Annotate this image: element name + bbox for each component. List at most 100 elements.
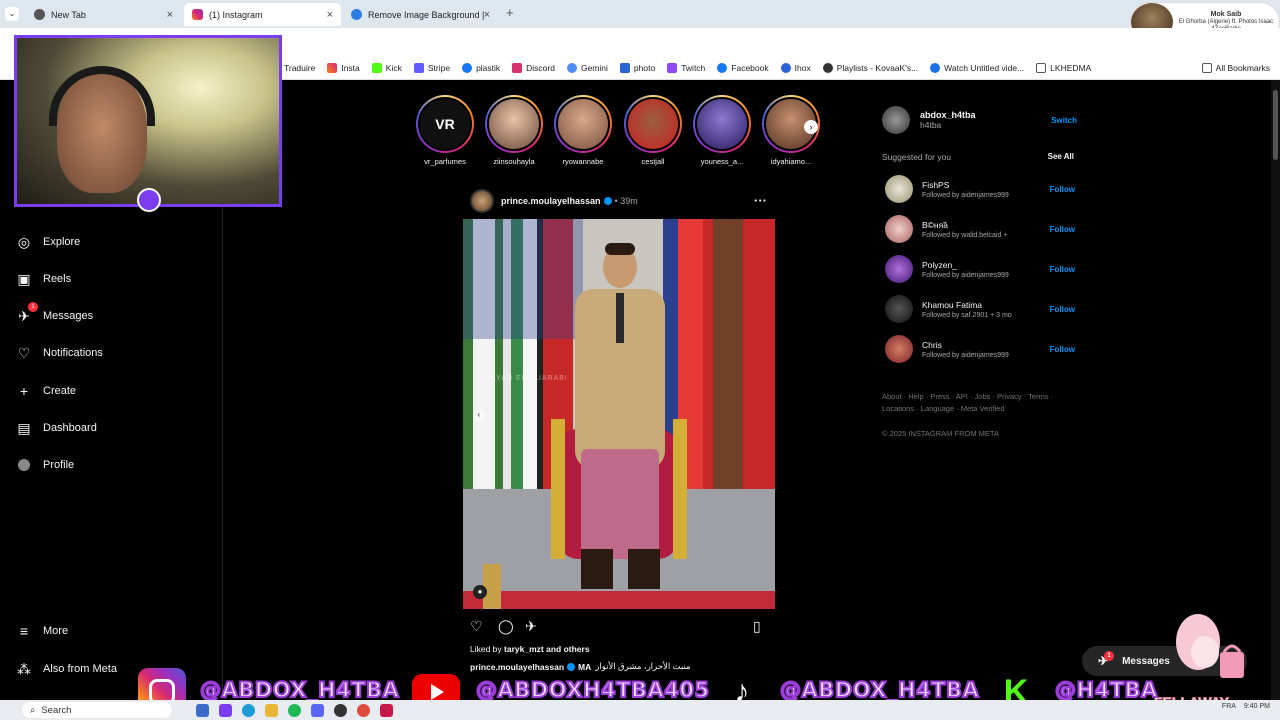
like-icon[interactable]: ♡ xyxy=(470,618,483,635)
suggested-item: Polyzen_ Followed by aidenjames999 Follow xyxy=(885,254,1075,284)
folder-icon[interactable] xyxy=(265,703,278,717)
story-item[interactable]: VR vr_parfumes xyxy=(415,95,475,166)
story-avatar xyxy=(695,97,749,151)
nav-reels[interactable]: ▣ Reels xyxy=(16,271,71,287)
app-icon[interactable] xyxy=(380,703,393,717)
messages-pill-badge: 1 xyxy=(1104,651,1115,661)
obs-icon[interactable] xyxy=(334,703,347,717)
bookmark-playlists[interactable]: Playlists - KovaaK's... xyxy=(822,62,918,73)
stories-next-button[interactable]: › xyxy=(804,120,818,134)
tab-new-tab[interactable]: New Tab × xyxy=(26,3,181,26)
tagged-user-icon[interactable]: ● xyxy=(473,585,487,599)
comment-icon[interactable]: ◯ xyxy=(498,618,514,635)
nav-explore[interactable]: ◎ Explore xyxy=(16,234,80,250)
bookmark-twitch[interactable]: Twitch xyxy=(667,62,705,73)
hamburger-icon: ≡ xyxy=(19,623,29,639)
bookmark-insta[interactable]: Insta xyxy=(327,62,360,73)
chrome-icon[interactable] xyxy=(357,703,370,717)
webcam-overlay xyxy=(14,35,282,212)
story-item[interactable]: ziinsouhayla xyxy=(484,95,544,166)
bookmark-facebook[interactable]: Facebook xyxy=(717,62,769,73)
account-username[interactable]: abdox_h4tba xyxy=(920,110,976,120)
app-icon[interactable] xyxy=(219,703,232,717)
headphones xyxy=(49,66,155,126)
ihox-icon xyxy=(780,62,791,73)
kovaak-icon xyxy=(822,62,833,73)
follow-button[interactable]: Follow xyxy=(1050,225,1075,234)
browser-tab-bar: ⌄ New Tab × (1) Instagram × Remove Image… xyxy=(0,0,1280,42)
close-tab-icon[interactable]: × xyxy=(327,9,333,21)
suggested-avatar[interactable] xyxy=(885,255,913,283)
switch-account-button[interactable]: Switch xyxy=(1051,116,1077,125)
new-tab-button[interactable]: + xyxy=(506,5,514,20)
nav-dashboard[interactable]: ▤ Dashboard xyxy=(16,420,96,436)
page-scrollbar[interactable] xyxy=(1271,80,1280,700)
discord-icon[interactable] xyxy=(311,703,324,717)
kick-icon xyxy=(371,62,382,73)
edge-icon[interactable] xyxy=(242,703,255,717)
tab-remove-bg[interactable]: Remove Image Background | Fr × xyxy=(343,3,498,26)
tab-list-button[interactable]: ⌄ xyxy=(5,7,19,21)
bookmark-plastik[interactable]: plastik xyxy=(462,62,500,73)
carousel-prev-icon[interactable]: ‹ xyxy=(473,409,485,421)
messenger-icon: ✈ 1 xyxy=(16,302,38,324)
follow-button[interactable]: Follow xyxy=(1050,305,1075,314)
bookmark-discord[interactable]: Discord xyxy=(512,62,555,73)
verified-icon xyxy=(603,196,612,205)
see-all-button[interactable]: See All xyxy=(1048,152,1074,162)
post-author-username[interactable]: prince.moulayelhassan xyxy=(501,196,601,206)
story-item[interactable]: cestjall xyxy=(623,95,683,166)
all-bookmarks[interactable]: All Bookmarks xyxy=(1201,62,1270,73)
story-item[interactable]: ryowannabe xyxy=(553,95,613,166)
bookmark-lkhedma[interactable]: LKHEDMA xyxy=(1036,62,1091,73)
spotify-icon[interactable] xyxy=(288,703,301,717)
nav-also-from-meta[interactable]: ⁂ Also from Meta xyxy=(16,661,117,677)
taskview-icon[interactable] xyxy=(196,703,209,717)
chrome-icon xyxy=(34,9,45,20)
footer-links[interactable]: About · Help · Press · API · Jobs · Priv… xyxy=(882,391,1062,415)
removebg-icon xyxy=(351,9,362,20)
folder-icon xyxy=(1036,62,1047,73)
bookmark-watch[interactable]: Watch Untitled vide... xyxy=(930,62,1024,73)
follow-button[interactable]: Follow xyxy=(1050,185,1075,194)
tray-clock[interactable]: 9:40 PM xyxy=(1244,703,1270,710)
follow-button[interactable]: Follow xyxy=(1050,265,1075,274)
suggested-avatar[interactable] xyxy=(885,295,913,323)
story-item[interactable]: youness_a... xyxy=(692,95,752,166)
taskbar-search[interactable]: ⌕ Search xyxy=(22,702,172,718)
suggested-avatar[interactable] xyxy=(885,335,913,363)
bookmark-photo[interactable]: photo xyxy=(619,62,655,73)
copyright: © 2025 INSTAGRAM FROM META xyxy=(882,429,999,438)
nav-more[interactable]: ≡ More xyxy=(16,623,68,639)
close-tab-icon[interactable]: × xyxy=(484,9,490,21)
tab-instagram[interactable]: (1) Instagram × xyxy=(184,3,341,26)
photo-icon xyxy=(619,62,630,73)
streamer-logo xyxy=(137,188,161,212)
liked-by-user[interactable]: taryk_mzt xyxy=(504,644,544,654)
nav-create[interactable]: + Create xyxy=(16,383,76,399)
suggested-avatar[interactable] xyxy=(885,215,913,243)
bookmark-kick[interactable]: Kick xyxy=(371,62,402,73)
nav-notifications[interactable]: ♡ Notifications xyxy=(16,345,103,361)
save-icon[interactable]: ▯ xyxy=(753,618,761,635)
bookmark-stripe[interactable]: Stripe xyxy=(413,62,450,73)
close-tab-icon[interactable]: × xyxy=(167,9,173,21)
suggested-header: Suggested for you See All xyxy=(882,152,1074,162)
bookmark-traduire[interactable]: Traduire xyxy=(284,63,315,73)
post-image[interactable]: RAYAN EL OUARABI ‹ ● xyxy=(463,219,775,609)
nav-profile[interactable]: Profile xyxy=(16,457,74,473)
suggested-item: Khamou Fatima Followed by saf.2901 + 3 mo… xyxy=(885,294,1075,324)
folder-icon xyxy=(1201,62,1212,73)
post-time: 39m xyxy=(620,195,638,206)
bookmark-gemini[interactable]: Gemini xyxy=(566,62,608,73)
tray-lang[interactable]: FRA xyxy=(1222,703,1236,710)
post-author-avatar[interactable] xyxy=(470,188,494,213)
suggested-avatar[interactable] xyxy=(885,175,913,203)
more-options-icon[interactable]: ··· xyxy=(754,193,767,208)
suggested-item: Chris Followed by aidenjames999 Follow xyxy=(885,334,1075,364)
bookmark-ihox[interactable]: Ihox xyxy=(780,62,811,73)
follow-button[interactable]: Follow xyxy=(1050,345,1075,354)
account-avatar[interactable] xyxy=(882,106,910,134)
share-icon[interactable]: ✈ xyxy=(525,618,537,635)
nav-messages[interactable]: ✈ 1 Messages xyxy=(16,302,93,324)
